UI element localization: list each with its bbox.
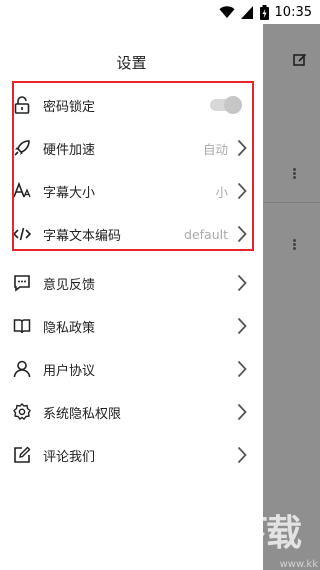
- book-icon: [13, 317, 31, 335]
- chevron-right-icon: [237, 403, 247, 421]
- wifi-icon: [219, 5, 235, 18]
- watermark-url: www.kk: [279, 559, 318, 570]
- watermark-logo: KK下载: [180, 513, 302, 554]
- settings-item-label: 隐私政策: [43, 320, 96, 336]
- chevron-right-icon: [237, 317, 247, 335]
- status-time: 10:35: [274, 4, 312, 20]
- settings-item-rate-us[interactable]: 评论我们: [0, 434, 263, 476]
- background-edit-icon: [293, 53, 307, 66]
- status-icons: 10:35: [219, 3, 312, 21]
- status-bar: 10:35: [0, 0, 320, 24]
- edit-icon: [13, 446, 31, 464]
- settings-item-label: 意见反馈: [43, 277, 96, 293]
- gear-icon: [13, 403, 31, 421]
- user-icon: [13, 360, 31, 378]
- chevron-right-icon: [237, 446, 247, 464]
- highlight-box: [12, 81, 254, 251]
- background-more-icon: [293, 167, 297, 179]
- chevron-right-icon: [237, 274, 247, 292]
- settings-item-label: 评论我们: [43, 449, 96, 465]
- chevron-right-icon: [237, 360, 247, 378]
- background-app: [263, 24, 320, 570]
- settings-item-user-agreement[interactable]: 用户协议: [0, 348, 263, 390]
- drawer-title: 设置: [116, 54, 147, 72]
- settings-item-label: 系统隐私权限: [43, 406, 122, 422]
- settings-drawer: 设置 密码锁定 硬件加速 自动 字幕大小 小 字幕文本编码 default 意见…: [0, 24, 263, 570]
- settings-item-label: 用户协议: [43, 363, 96, 379]
- settings-item-system-privacy-permissions[interactable]: 系统隐私权限: [0, 391, 263, 433]
- feedback-icon: [13, 274, 31, 292]
- settings-item-privacy-policy[interactable]: 隐私政策: [0, 305, 263, 347]
- signal-icon: [240, 5, 253, 19]
- settings-item-feedback[interactable]: 意见反馈: [0, 262, 263, 304]
- background-more-icon: [293, 238, 297, 250]
- battery-icon: [259, 4, 269, 20]
- background-divider: [263, 202, 320, 203]
